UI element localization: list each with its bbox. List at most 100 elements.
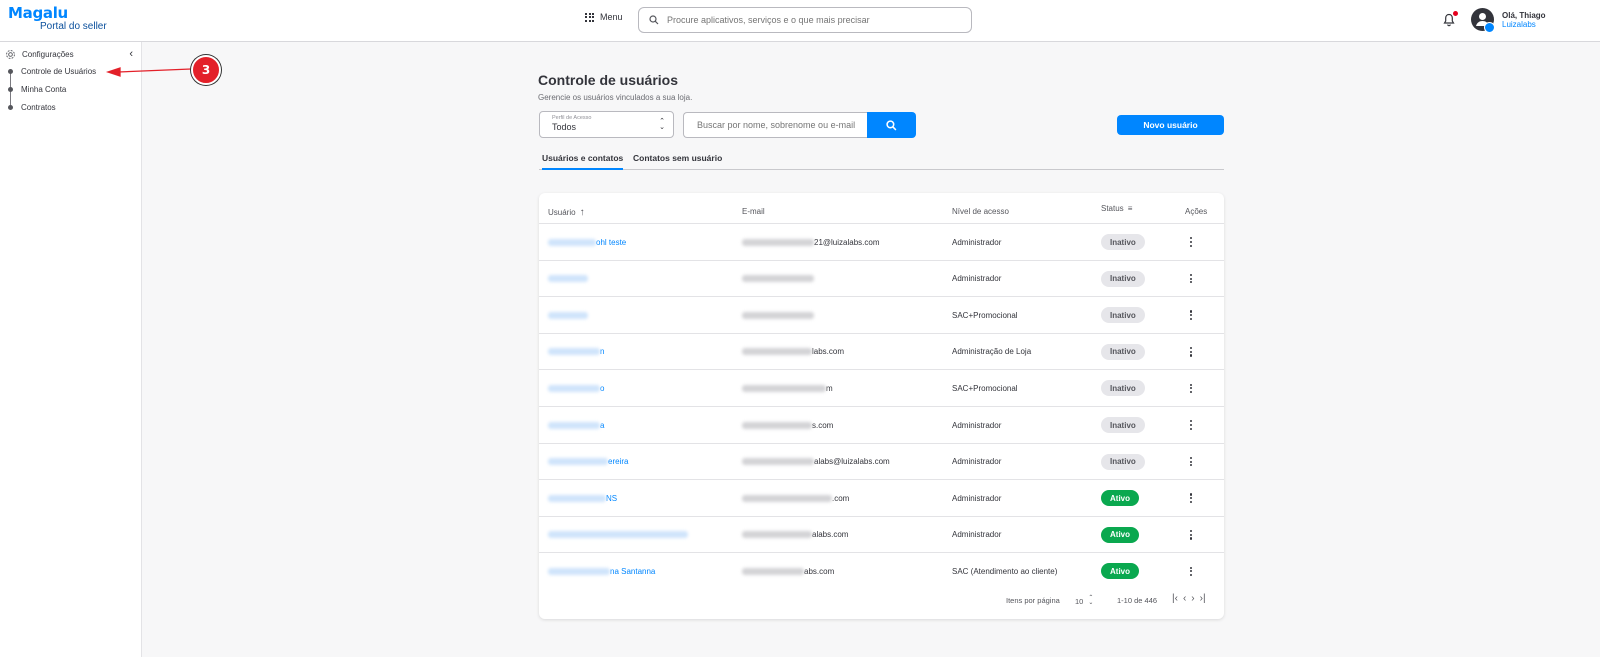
table-row[interactable]: na Santanna abs.com SAC (Atendimento ao cl…	[539, 552, 1224, 588]
row-actions-button[interactable]	[1190, 261, 1193, 297]
redacted-name	[548, 494, 606, 502]
sidebar-section-header[interactable]: Configurações ‹	[5, 47, 137, 61]
table-row[interactable]: n labs.com Administração de Loja Inativo	[539, 332, 1224, 370]
user-greeting[interactable]: Olá, Thiago	[1502, 11, 1546, 20]
user-name-text: a	[600, 420, 605, 430]
user-name-text: n	[600, 347, 605, 357]
redacted-name	[548, 567, 610, 575]
row-actions-button[interactable]	[1190, 297, 1193, 333]
user-email-text: abs.com	[804, 566, 835, 576]
row-actions-button[interactable]	[1190, 334, 1193, 370]
status-cell: Ativo	[1101, 553, 1139, 589]
status-cell: Inativo	[1101, 334, 1145, 370]
access-level: Administrador	[952, 493, 1002, 503]
access-level: Administrador	[952, 274, 1002, 284]
page-title: Controle de usuários	[538, 72, 679, 88]
user-company[interactable]: Luizalabs	[1502, 20, 1536, 29]
select-arrows-icon: ⌃ ⌄	[659, 118, 665, 131]
new-user-button[interactable]: Novo usuário	[1117, 115, 1224, 135]
pagination-nav: |‹ ‹ › ›|	[1172, 593, 1206, 604]
user-search-input[interactable]	[684, 113, 868, 137]
redacted-email	[742, 421, 812, 429]
user-email: abs.com	[742, 553, 834, 589]
redacted-email	[742, 348, 812, 356]
status-badge: Ativo	[1101, 526, 1139, 543]
column-header-acoes: Ações	[1185, 207, 1208, 216]
user-email: m	[742, 370, 833, 406]
user-name-text: ohl teste	[596, 237, 627, 247]
table-row[interactable]: NS .com Administrador Ativo	[539, 479, 1224, 515]
table-row[interactable]: a s.com Administrador Inativo	[539, 406, 1224, 442]
page-subtitle: Gerencie os usuários vinculados a sua lo…	[538, 93, 693, 102]
global-search-box[interactable]	[638, 7, 972, 33]
user-email: 21@luizalabs.com	[742, 224, 879, 260]
column-header-status[interactable]: Status ≡	[1101, 204, 1132, 213]
redacted-email	[742, 275, 814, 283]
user-name-link[interactable]: ohl teste	[548, 224, 626, 260]
row-actions-button[interactable]	[1190, 553, 1193, 589]
user-name-link[interactable]	[548, 261, 588, 297]
user-name-link[interactable]: NS	[548, 480, 617, 516]
row-actions-button[interactable]	[1190, 370, 1193, 406]
status-cell: Inativo	[1101, 370, 1145, 406]
user-email-text: labs.com	[812, 347, 845, 357]
sidebar-item-label: Controle de Usuários	[21, 67, 97, 76]
status-badge: Inativo	[1101, 307, 1145, 324]
access-profile-select[interactable]: Perfil de Acesso Todos ⌃ ⌄	[539, 111, 674, 138]
sidebar-item-contratos[interactable]: Contratos	[8, 103, 56, 112]
user-email: alabs@luizalabs.com	[742, 444, 890, 480]
user-name-text: o	[600, 383, 605, 393]
user-name-link[interactable]: n	[548, 334, 604, 370]
row-actions-button[interactable]	[1190, 224, 1193, 260]
row-actions-button[interactable]	[1190, 407, 1193, 443]
user-name-link[interactable]: na Santanna	[548, 553, 655, 589]
global-search-input[interactable]	[667, 15, 957, 25]
access-level: Administração de Loja	[952, 347, 1032, 357]
sort-ascending-icon[interactable]: ↑	[580, 207, 585, 218]
user-name-link[interactable]	[548, 297, 588, 333]
tab-usuarios-contatos[interactable]: Usuários e contatos	[542, 153, 624, 170]
status-badge: Inativo	[1101, 343, 1145, 360]
status-cell: Inativo	[1101, 297, 1145, 333]
redacted-email	[742, 311, 814, 319]
search-icon	[886, 119, 897, 130]
table-row[interactable]: Administrador Inativo	[539, 259, 1224, 297]
status-badge: Inativo	[1101, 417, 1145, 433]
user-name-link[interactable]: o	[548, 370, 604, 406]
table-row[interactable]: ohl teste 21@luizalabs.com Administrador In…	[539, 223, 1224, 259]
table-row[interactable]: alabs.com Administrador Ativo	[539, 515, 1224, 553]
user-name-link[interactable]	[548, 517, 688, 553]
status-badge: Ativo	[1101, 563, 1139, 580]
filter-icon[interactable]: ≡	[1128, 204, 1133, 213]
access-level: SAC+Promocional	[952, 310, 1018, 320]
prev-page-icon[interactable]: ‹	[1183, 593, 1186, 604]
user-name-link[interactable]: ereira	[548, 444, 628, 480]
user-name-text: ereira	[608, 457, 629, 467]
search-button[interactable]	[867, 112, 916, 138]
column-header-usuario[interactable]: Usuário ↑	[548, 207, 585, 218]
select-value: Todos	[552, 122, 577, 132]
last-page-icon[interactable]: ›|	[1200, 593, 1206, 604]
row-actions-button[interactable]	[1190, 444, 1193, 480]
tab-contatos-sem-usuario[interactable]: Contatos sem usuário	[633, 153, 722, 163]
user-search-box[interactable]	[683, 112, 868, 138]
table-row[interactable]: ereira alabs@luizalabs.com Administrador In…	[539, 442, 1224, 480]
menu-button[interactable]: Menu	[585, 12, 623, 22]
user-name-link[interactable]: a	[548, 407, 604, 443]
table-row[interactable]: o m SAC+Promocional Inativo	[539, 369, 1224, 405]
sidebar-item-controle-usuarios[interactable]: Controle de Usuários	[8, 67, 96, 76]
sidebar-item-minha-conta[interactable]: Minha Conta	[8, 85, 66, 94]
access-level: Administrador	[952, 237, 1002, 247]
user-email-text: 21@luizalabs.com	[814, 237, 880, 247]
user-email	[742, 297, 814, 333]
collapse-chevron-icon[interactable]: ‹	[129, 48, 133, 60]
table-row[interactable]: SAC+Promocional Inativo	[539, 296, 1224, 332]
more-vertical-icon	[1190, 530, 1193, 540]
row-actions-button[interactable]	[1190, 517, 1193, 553]
magalu-logo[interactable]: Magalu Portal do seller	[8, 6, 107, 32]
next-page-icon[interactable]: ›	[1191, 593, 1194, 604]
status-cell: Ativo	[1101, 517, 1139, 553]
first-page-icon[interactable]: |‹	[1172, 593, 1178, 604]
row-actions-button[interactable]	[1190, 480, 1193, 516]
page-size-select[interactable]: 10 ⌃ ⌄	[1075, 595, 1093, 606]
